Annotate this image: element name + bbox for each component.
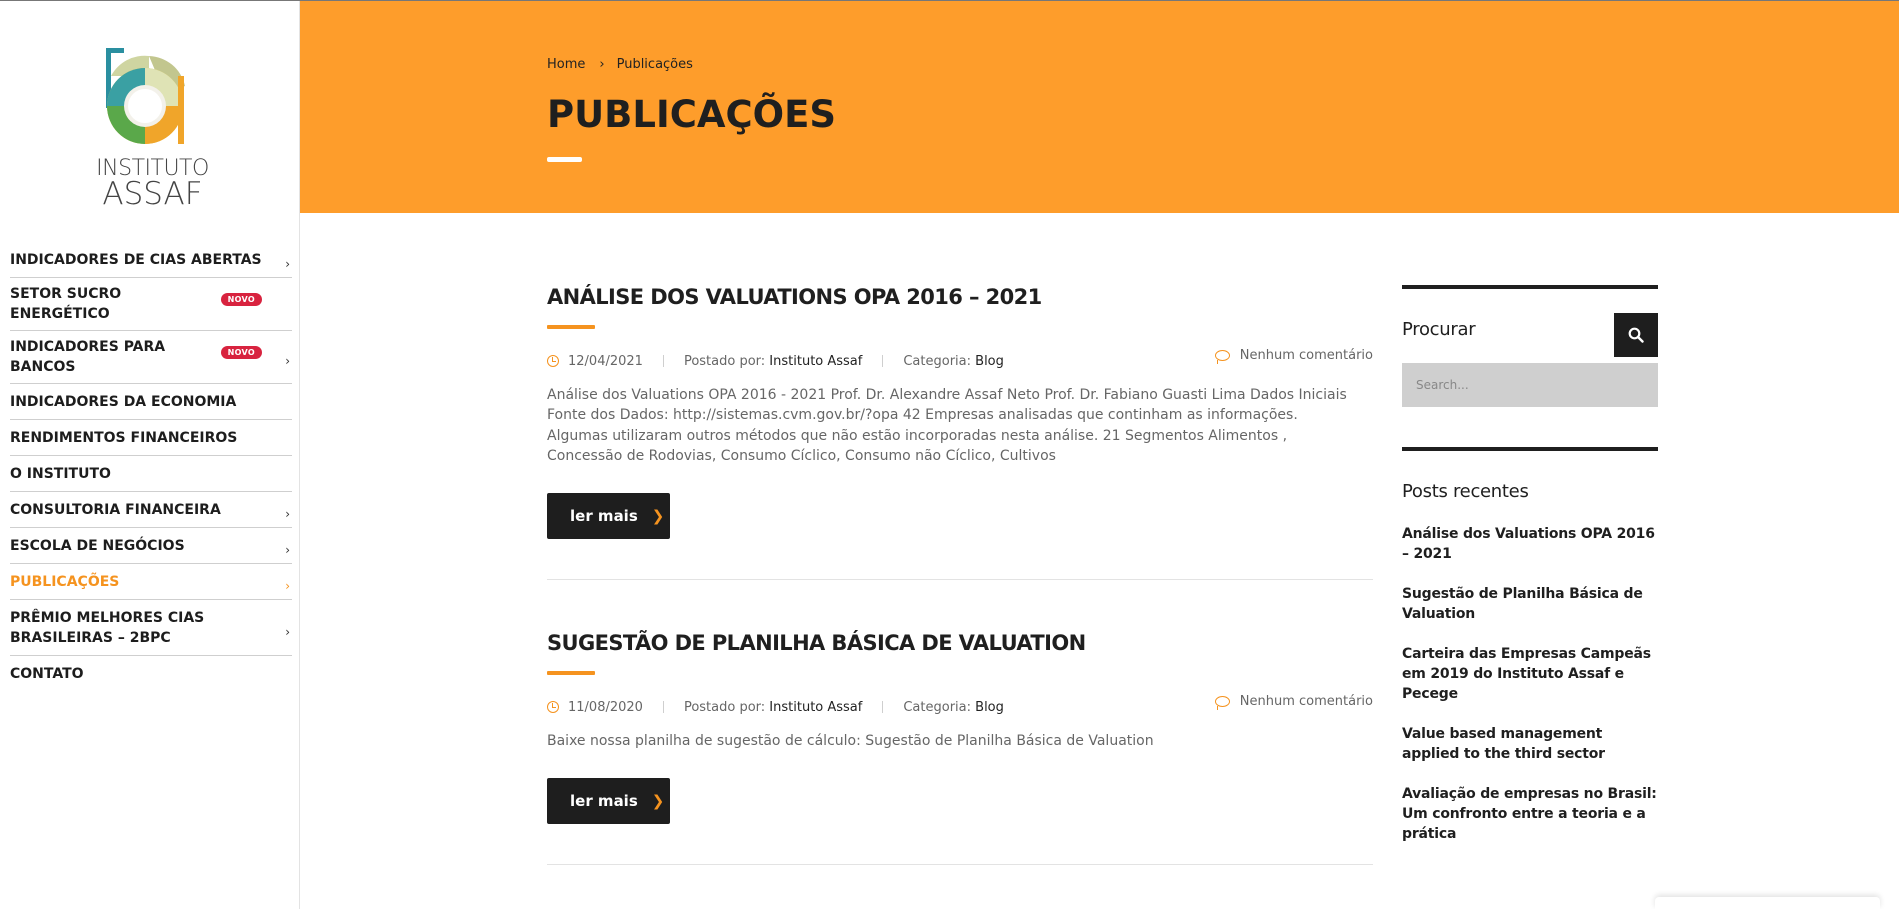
recent-posts-list: Análise dos Valuations OPA 2016 – 2021 S…	[1402, 524, 1658, 844]
breadcrumb-home-link[interactable]: Home	[547, 57, 585, 72]
read-more-label: ler mais	[570, 792, 638, 811]
read-more-button[interactable]: ler mais ❯	[547, 778, 670, 825]
post-title-link[interactable]: ANÁLISE DOS VALUATIONS OPA 2016 – 2021	[547, 285, 1373, 309]
post-comments-link[interactable]: Nenhum comentário	[1214, 694, 1373, 710]
chevron-right-icon: ›	[285, 624, 290, 639]
post-excerpt: Baixe nossa planilha de sugestão de cálc…	[547, 733, 1154, 749]
post-excerpt: Análise dos Valuations OPA 2016 - 2021 P…	[547, 387, 1347, 464]
breadcrumb-separator-icon: ›	[599, 57, 605, 72]
clock-icon	[547, 701, 559, 713]
post-meta: 11/08/2020 Postado por: Instituto Assaf …	[547, 694, 1373, 717]
page-title: PUBLICAÇÕES	[547, 93, 837, 136]
chevron-right-icon: ›	[285, 506, 290, 521]
chevron-right-icon: ›	[285, 256, 290, 271]
nav-item-label: INDICADORES PARA BANCOS	[10, 339, 166, 375]
floating-widget-edge	[1655, 897, 1880, 909]
nav-item-publicacoes[interactable]: PUBLICAÇÕES ›	[10, 564, 292, 600]
post-meta: 12/04/2021 Postado por: Instituto Assaf …	[547, 348, 1373, 371]
post-category-link[interactable]: Blog	[975, 354, 1004, 369]
meta-divider	[662, 701, 664, 713]
page-header-banner: Home › Publicações PUBLICAÇÕES	[300, 1, 1899, 213]
nav-item-consultoria-financeira[interactable]: CONSULTORIA FINANCEIRA ›	[10, 492, 292, 528]
new-badge: NOVO	[220, 345, 262, 359]
post-comments-count: Nenhum comentário	[1239, 694, 1373, 709]
nav-item-indicadores-bancos[interactable]: INDICADORES PARA BANCOS NOVO ›	[10, 331, 292, 384]
post-separator	[547, 579, 1373, 581]
new-badge: NOVO	[220, 292, 262, 306]
breadcrumb-current: Publicações	[616, 57, 693, 72]
read-more-button[interactable]: ler mais ❯	[547, 493, 670, 540]
category-label: Categoria:	[903, 699, 972, 715]
nav-item-label: CONSULTORIA FINANCEIRA	[10, 501, 221, 518]
widget-top-rule	[1402, 285, 1658, 289]
post-comments-count: Nenhum comentário	[1239, 348, 1373, 363]
meta-divider	[882, 355, 884, 367]
main-nav: INDICADORES DE CIAS ABERTAS › SETOR SUCR…	[10, 242, 292, 692]
recent-post-link[interactable]: Value based management applied to the th…	[1402, 724, 1658, 764]
recent-posts-widget: Posts recentes Análise dos Valuations OP…	[1402, 447, 1658, 854]
nav-item-indicadores-economia[interactable]: INDICADORES DA ECONOMIA	[10, 384, 292, 420]
chevron-right-icon: ›	[285, 578, 290, 593]
post-separator	[547, 864, 1373, 866]
logo-text-line2: ASSAF	[102, 176, 203, 212]
nav-item-label: PRÊMIO MELHORES CIAS BRASILEIRAS – 2BPC	[10, 609, 205, 646]
nav-item-indicadores-cias-abertas[interactable]: INDICADORES DE CIAS ABERTAS ›	[10, 242, 292, 278]
search-widget: Procurar	[1402, 285, 1658, 408]
nav-item-label: ESCOLA DE NEGÓCIOS	[10, 537, 185, 554]
meta-divider	[882, 701, 884, 713]
search-input[interactable]	[1402, 363, 1658, 407]
comment-icon	[1214, 350, 1230, 364]
chevron-right-icon: ›	[285, 542, 290, 557]
clock-icon	[547, 355, 559, 367]
post-card: SUGESTÃO DE PLANILHA BÁSICA DE VALUATION…	[547, 631, 1373, 866]
recent-post-link[interactable]: Análise dos Valuations OPA 2016 – 2021	[1402, 524, 1658, 564]
comment-icon	[1214, 696, 1230, 710]
recent-posts-title: Posts recentes	[1402, 481, 1529, 502]
chevron-right-icon: ❯	[651, 507, 665, 526]
nav-item-label: CONTATO	[10, 666, 84, 682]
post-author-link[interactable]: Instituto Assaf	[769, 354, 862, 369]
posted-by-label: Postado por:	[683, 353, 766, 369]
nav-item-label: O INSTITUTO	[10, 465, 111, 482]
recent-post-link[interactable]: Carteira das Empresas Campeãs em 2019 do…	[1402, 644, 1658, 704]
chevron-right-icon: ❯	[651, 792, 665, 811]
nav-item-premio-melhores-cias[interactable]: PRÊMIO MELHORES CIAS BRASILEIRAS – 2BPC …	[10, 600, 292, 656]
left-sidebar: INSTITUTO ASSAF INDICADORES DE CIAS ABER…	[0, 0, 300, 909]
nav-item-contato[interactable]: CONTATO	[10, 656, 292, 692]
post-category-link[interactable]: Blog	[975, 700, 1004, 715]
search-button[interactable]	[1614, 313, 1658, 357]
nav-item-setor-sucro-energetico[interactable]: SETOR SUCRO ENERGÉTICO NOVO	[10, 278, 292, 331]
nav-item-o-instituto[interactable]: O INSTITUTO	[10, 456, 292, 492]
post-comments-link[interactable]: Nenhum comentário	[1214, 348, 1373, 364]
nav-item-label: INDICADORES DA ECONOMIA	[10, 393, 237, 410]
post-date: 12/04/2021	[568, 353, 643, 369]
search-icon	[1628, 327, 1644, 343]
recent-post-link[interactable]: Avaliação de empresas no Brasil: Um conf…	[1402, 784, 1658, 844]
title-underline	[547, 157, 582, 162]
post-title-accent	[547, 325, 595, 329]
post-title-accent	[547, 671, 595, 675]
nav-item-label: SETOR SUCRO ENERGÉTICO	[10, 286, 122, 322]
logo-mark-icon	[106, 48, 185, 144]
posted-by-label: Postado por:	[683, 699, 766, 715]
nav-item-rendimentos-financeiros[interactable]: RENDIMENTOS FINANCEIROS	[10, 420, 292, 456]
nav-item-escola-negocios[interactable]: ESCOLA DE NEGÓCIOS ›	[10, 528, 292, 564]
logo[interactable]: INSTITUTO ASSAF	[95, 46, 210, 212]
meta-divider	[662, 355, 664, 367]
read-more-label: ler mais	[570, 507, 638, 526]
widget-top-rule	[1402, 447, 1658, 451]
post-card: ANÁLISE DOS VALUATIONS OPA 2016 – 2021 1…	[547, 285, 1373, 581]
post-date: 11/08/2020	[568, 699, 643, 715]
recent-post-link[interactable]: Sugestão de Planilha Básica de Valuation	[1402, 584, 1658, 624]
chevron-right-icon: ›	[285, 354, 290, 368]
top-border	[0, 0, 1899, 1]
nav-item-label: RENDIMENTOS FINANCEIROS	[10, 429, 238, 446]
nav-item-label: INDICADORES DE CIAS ABERTAS	[10, 251, 262, 268]
post-author-link[interactable]: Instituto Assaf	[769, 700, 862, 715]
post-title-link[interactable]: SUGESTÃO DE PLANILHA BÁSICA DE VALUATION	[547, 631, 1373, 655]
nav-item-label: PUBLICAÇÕES	[10, 573, 120, 590]
breadcrumb: Home › Publicações	[547, 57, 693, 72]
category-label: Categoria:	[903, 353, 972, 369]
